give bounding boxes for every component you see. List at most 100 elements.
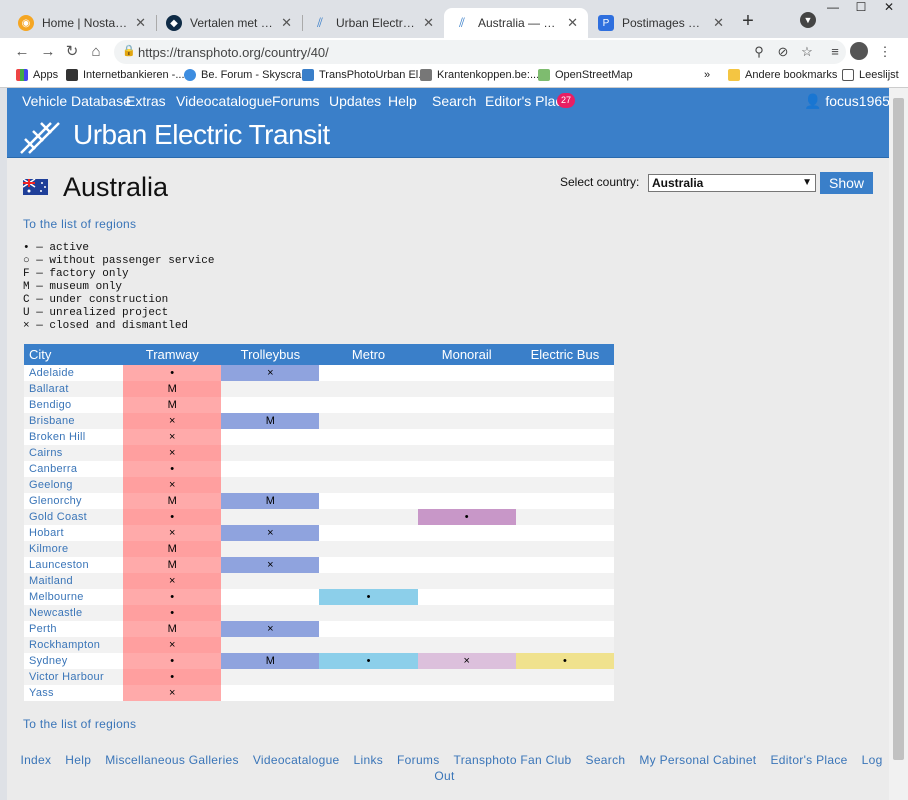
city-link[interactable]: Victor Harbour xyxy=(29,671,104,683)
tram-status-cell[interactable]: • xyxy=(123,509,222,525)
trol-status-cell[interactable]: M xyxy=(221,653,320,669)
mono-status-cell[interactable]: × xyxy=(417,653,516,669)
tram-status-cell[interactable]: • xyxy=(123,653,222,669)
more-bookmarks-button[interactable]: » xyxy=(704,69,710,81)
footer-link-videocatalogue[interactable]: Videocatalogue xyxy=(253,753,340,767)
footer-link-forums[interactable]: Forums xyxy=(397,753,439,767)
tram-status-cell[interactable]: • xyxy=(123,605,222,621)
bookmark-be-forum[interactable]: Be. Forum - Skyscra... xyxy=(184,69,310,81)
city-link[interactable]: Broken Hill xyxy=(29,431,86,443)
footer-link-fan-club[interactable]: Transphoto Fan Club xyxy=(454,753,572,767)
tab-postimages[interactable]: P Postimages — Gratis af ✕ xyxy=(588,8,734,38)
forward-button[interactable]: → xyxy=(38,42,58,62)
reading-list-icon[interactable]: ≡ xyxy=(826,44,844,59)
nav-search[interactable]: Search xyxy=(432,93,476,109)
city-link[interactable]: Melbourne xyxy=(29,591,84,603)
trol-status-cell[interactable]: × xyxy=(221,365,320,381)
nav-forums[interactable]: Forums xyxy=(272,93,319,109)
bookmark-star-icon[interactable]: ☆ xyxy=(798,44,816,60)
zoom-icon[interactable]: ⚲ xyxy=(750,44,768,60)
tram-status-cell[interactable]: × xyxy=(123,429,222,445)
trol-status-cell[interactable]: M xyxy=(221,413,320,429)
tram-status-cell[interactable]: × xyxy=(123,445,222,461)
metro-status-cell[interactable]: • xyxy=(319,589,418,605)
tram-status-cell[interactable]: × xyxy=(123,637,222,653)
city-link[interactable]: Launceston xyxy=(29,559,89,571)
trol-status-cell[interactable]: × xyxy=(221,557,320,573)
close-tab-icon[interactable]: ✕ xyxy=(281,15,292,31)
close-tab-icon[interactable]: ✕ xyxy=(567,15,578,31)
tram-status-cell[interactable]: × xyxy=(123,413,222,429)
tram-status-cell[interactable]: × xyxy=(123,685,222,701)
city-link[interactable]: Maitland xyxy=(29,575,73,587)
country-select[interactable]: Australia ▼ xyxy=(648,174,816,192)
city-link[interactable]: Perth xyxy=(29,623,57,635)
tram-status-cell[interactable]: M xyxy=(123,557,222,573)
city-link[interactable]: Gold Coast xyxy=(29,511,87,523)
nav-help[interactable]: Help xyxy=(388,93,417,109)
menu-icon[interactable]: ⋮ xyxy=(876,44,894,60)
close-tab-icon[interactable]: ✕ xyxy=(135,15,146,31)
bookmark-apps[interactable]: Apps xyxy=(16,69,58,81)
maximize-button[interactable]: ☐ xyxy=(846,0,876,16)
tram-status-cell[interactable]: M xyxy=(123,621,222,637)
tab-home-nostalgie[interactable]: ◉ Home | Nostalgie ✕ xyxy=(8,8,156,38)
bookmark-leeslijst[interactable]: Leeslijst xyxy=(842,69,899,81)
city-link[interactable]: Newcastle xyxy=(29,607,82,619)
tab-australia[interactable]: ⫽ Australia — Urban Elec ✕ xyxy=(444,8,588,38)
new-tab-button[interactable]: + xyxy=(738,11,758,32)
regions-link-bottom[interactable]: To the list of regions xyxy=(23,717,136,731)
nav-updates[interactable]: Updates xyxy=(329,93,381,109)
city-link[interactable]: Bendigo xyxy=(29,399,71,411)
footer-link-editors-place[interactable]: Editor's Place xyxy=(770,753,847,767)
trol-status-cell[interactable]: × xyxy=(221,621,320,637)
trol-status-cell[interactable]: × xyxy=(221,525,320,541)
nav-extras[interactable]: Extras xyxy=(126,93,166,109)
trol-status-cell[interactable]: M xyxy=(221,493,320,509)
close-tab-icon[interactable]: ✕ xyxy=(713,15,724,31)
city-link[interactable]: Brisbane xyxy=(29,415,75,427)
bookmark-krantenkoppen[interactable]: Krantenkoppen.be:... xyxy=(420,69,539,81)
city-link[interactable]: Hobart xyxy=(29,527,64,539)
user-link[interactable]: 👤 focus1965 xyxy=(804,93,889,110)
tram-status-cell[interactable]: M xyxy=(123,397,222,413)
minimize-button[interactable]: — xyxy=(818,0,848,16)
close-window-button[interactable]: ✕ xyxy=(874,0,904,16)
tram-status-cell[interactable]: M xyxy=(123,381,222,397)
tram-status-cell[interactable]: • xyxy=(123,461,222,477)
footer-link-links[interactable]: Links xyxy=(354,753,384,767)
regions-link[interactable]: To the list of regions xyxy=(23,217,136,231)
bookmark-transphoto[interactable]: TransPhotoUrban El... xyxy=(302,69,427,81)
city-link[interactable]: Sydney xyxy=(29,655,68,667)
back-button[interactable]: ← xyxy=(12,42,32,62)
bookmark-openstreetmap[interactable]: OpenStreetMap xyxy=(538,69,633,81)
city-link[interactable]: Yass xyxy=(29,687,54,699)
bookmark-folder-andere[interactable]: Andere bookmarks xyxy=(728,69,837,81)
address-bar[interactable]: 🔒 https://transphoto.org/country/40/ ⚲ ⊘… xyxy=(114,40,846,64)
bookmark-internetbankieren[interactable]: Internetbankieren -... xyxy=(66,69,185,81)
tab-deepl[interactable]: ◆ Vertalen met DeepL Tra ✕ xyxy=(156,8,302,38)
tram-status-cell[interactable]: × xyxy=(123,477,222,493)
footer-link-search[interactable]: Search xyxy=(586,753,626,767)
metro-status-cell[interactable]: • xyxy=(319,653,418,669)
tram-status-cell[interactable]: × xyxy=(123,573,222,589)
city-link[interactable]: Ballarat xyxy=(29,383,69,395)
lock-icon[interactable]: 🔒 xyxy=(122,44,136,57)
reload-button[interactable]: ↻ xyxy=(62,42,82,62)
city-link[interactable]: Cairns xyxy=(29,447,63,459)
city-link[interactable]: Adelaide xyxy=(29,367,74,379)
city-link[interactable]: Geelong xyxy=(29,479,73,491)
tracking-icon[interactable]: ⊘ xyxy=(774,44,792,60)
city-link[interactable]: Kilmore xyxy=(29,543,68,555)
site-title[interactable]: Urban Electric Transit xyxy=(73,119,330,151)
footer-link-misc-galleries[interactable]: Miscellaneous Galleries xyxy=(105,753,239,767)
tab-urban-electric-transit[interactable]: ⫽ Urban Electric Transit — ✕ xyxy=(302,8,444,38)
tram-status-cell[interactable]: • xyxy=(123,365,222,381)
profile-avatar[interactable] xyxy=(850,42,868,63)
footer-link-personal-cabinet[interactable]: My Personal Cabinet xyxy=(639,753,756,767)
city-link[interactable]: Canberra xyxy=(29,463,77,475)
city-link[interactable]: Rockhampton xyxy=(29,639,100,651)
tram-status-cell[interactable]: × xyxy=(123,525,222,541)
show-button[interactable]: Show xyxy=(820,172,873,194)
tram-status-cell[interactable]: • xyxy=(123,669,222,685)
